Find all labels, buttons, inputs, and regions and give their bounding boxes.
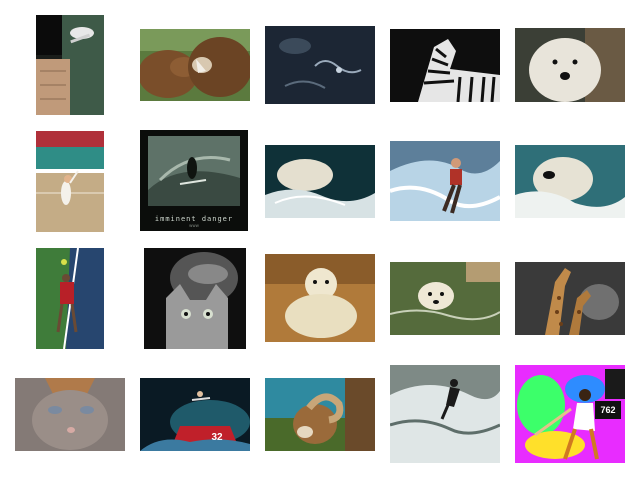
tennis-image: [36, 248, 104, 349]
thumbnail-polar-bear-water[interactable]: [390, 262, 500, 335]
cat-image: [144, 248, 246, 349]
bear-image: [140, 29, 250, 101]
thumbnail-polar-bear-rock[interactable]: [265, 254, 375, 342]
thumbnail-skateboarder-wall[interactable]: [36, 15, 104, 115]
surf-image: [390, 365, 500, 463]
thumbnail-zebras[interactable]: [390, 29, 500, 102]
polar-bear-image: [265, 254, 375, 342]
skateboard-image: [36, 15, 104, 115]
thumbnail-polar-bear-swimming[interactable]: [265, 145, 375, 218]
cat-image: [15, 378, 125, 451]
zebra-image: [390, 29, 500, 102]
ram-image: [265, 378, 375, 451]
thumbnail-dark-water-splash[interactable]: [265, 26, 375, 104]
polar-bear-image: [515, 145, 625, 218]
thumbnail-water-skier[interactable]: [390, 141, 500, 221]
thumbnail-surfer-poster[interactable]: imminent danger www: [140, 130, 248, 231]
polar-bear-image: [515, 28, 625, 102]
scoreboard-label: 762: [595, 401, 621, 419]
thumbnail-bighorn-ram[interactable]: [265, 378, 375, 451]
thumbnail-bears-fighting[interactable]: [140, 29, 250, 101]
water-image: [265, 26, 375, 104]
poster-caption: imminent danger: [154, 215, 234, 223]
image-grid: imminent danger www 32 762: [0, 0, 640, 480]
thumbnail-tennis-player-court[interactable]: [36, 248, 104, 349]
jump-number-label: 32: [211, 432, 223, 443]
polar-bear-image: [390, 262, 500, 335]
thumbnail-polar-bear-splash[interactable]: [515, 145, 625, 218]
snowboard-image: [140, 378, 250, 451]
tennis-image: [36, 131, 104, 232]
thumbnail-polar-bear-face[interactable]: [515, 28, 625, 102]
thumbnail-baseball-batter[interactable]: 762: [515, 365, 625, 463]
thumbnail-woman-and-cat[interactable]: [144, 248, 246, 349]
thumbnail-giraffes[interactable]: [515, 262, 625, 335]
poster-subcaption: www: [189, 223, 199, 228]
thumbnail-cat-closeup[interactable]: [15, 378, 125, 451]
thumbnail-surfer-wave[interactable]: [390, 365, 500, 463]
giraffe-image: [515, 262, 625, 335]
waterski-image: [390, 141, 500, 221]
thumbnail-tennis-player-serve[interactable]: [36, 131, 104, 232]
polar-bear-image: [265, 145, 375, 218]
thumbnail-snowboarder-jump[interactable]: 32: [140, 378, 250, 451]
